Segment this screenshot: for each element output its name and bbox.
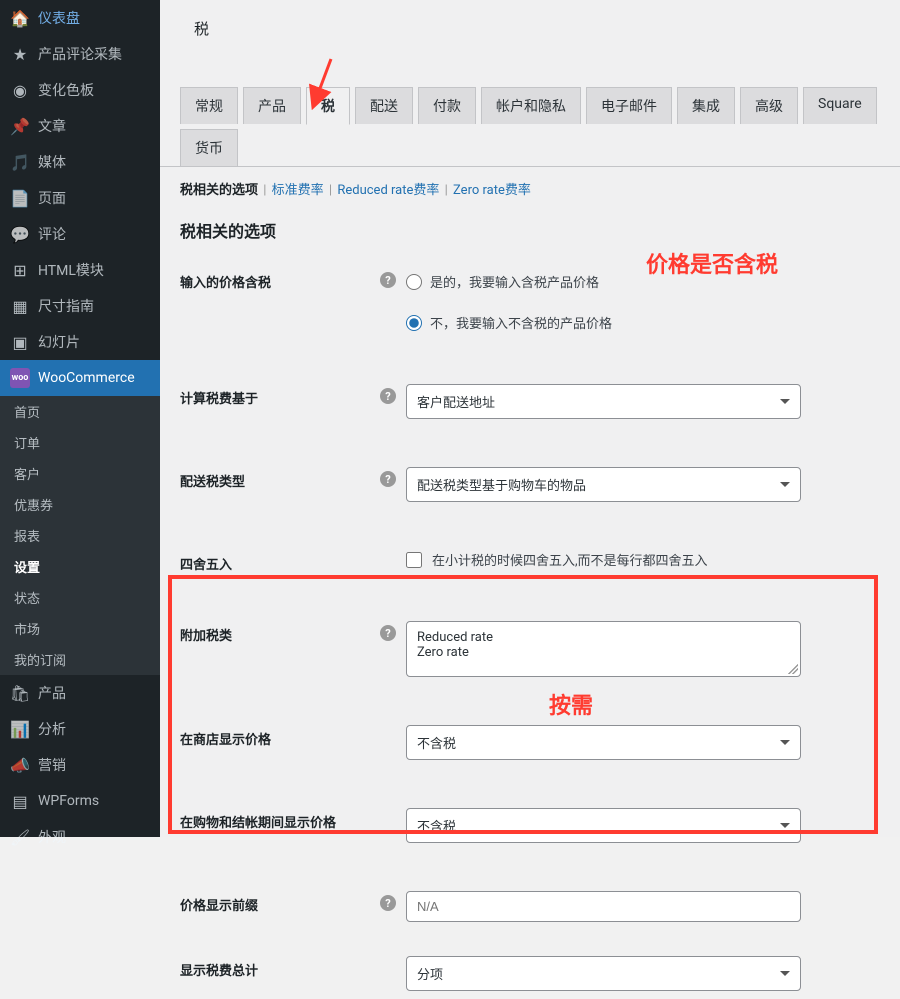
sidebar-item-slides[interactable]: ▣幻灯片 <box>0 324 160 360</box>
sidebar-item-analytics[interactable]: 📊分析 <box>0 711 160 747</box>
product-icon: 🛍 <box>10 683 30 703</box>
help-icon[interactable]: ? <box>380 388 396 404</box>
woo-icon: woo <box>10 368 30 388</box>
row-shop-display: 在商店显示价格 不含税 <box>160 717 900 768</box>
dashboard-icon: 🏠 <box>10 8 30 28</box>
row-tax-totals: 显示税费总计 分项 <box>160 948 900 999</box>
row-shipping-tax: 配送税类型 ? 配送税类型基于购物车的物品 <box>160 459 900 510</box>
sidebar-sub-orders[interactable]: 订单 <box>0 427 160 458</box>
section-title: 税相关的选项 <box>160 206 900 260</box>
sidebar-item-pages[interactable]: 📄页面 <box>0 180 160 216</box>
sidebar-item-html[interactable]: ⊞HTML模块 <box>0 252 160 288</box>
tab-general[interactable]: 常规 <box>180 87 238 124</box>
sidebar-item-appearance[interactable]: 🖌外观 <box>0 819 160 855</box>
grid-icon: ▦ <box>10 296 30 316</box>
subtab-reduced[interactable]: Reduced rate费率 <box>337 183 439 198</box>
label-calc-based: 计算税费基于 <box>180 384 380 407</box>
tab-emails[interactable]: 电子邮件 <box>586 87 672 124</box>
subtab-standard[interactable]: 标准费率 <box>272 183 324 198</box>
slides-icon: ▣ <box>10 332 30 352</box>
swatch-icon: ◉ <box>10 80 30 100</box>
help-icon[interactable]: ? <box>380 272 396 288</box>
tab-accounts[interactable]: 帐户和隐私 <box>481 87 581 124</box>
sidebar-sub-market[interactable]: 市场 <box>0 613 160 644</box>
page-title: 税 <box>160 0 900 87</box>
row-rounding: 四舍五入 在小计税的时候四舍五入,而不是每行都四舍五入 <box>160 542 900 581</box>
tab-currency[interactable]: 货币 <box>180 129 238 166</box>
select-shipping-tax[interactable]: 配送税类型基于购物车的物品 <box>406 467 801 502</box>
star-icon: ★ <box>10 44 30 64</box>
select-cart-display[interactable]: 不含税 <box>406 808 801 843</box>
row-cart-display: 在购物和结帐期间显示价格 不含税 <box>160 800 900 851</box>
select-tax-totals[interactable]: 分项 <box>406 956 801 991</box>
sidebar-item-sizeguide[interactable]: ▦尺寸指南 <box>0 288 160 324</box>
sidebar-sub-settings[interactable]: 设置 <box>0 551 160 582</box>
row-calc-based: 计算税费基于 ? 客户配送地址 <box>160 376 900 427</box>
subtab-current: 税相关的选项 <box>180 183 258 198</box>
sidebar-sub-coupons[interactable]: 优惠券 <box>0 489 160 520</box>
radio-yes[interactable]: 是的，我要输入含税产品价格 <box>406 268 880 309</box>
content-area: 税 常规 产品 税 配送 付款 帐户和隐私 电子邮件 集成 高级 Square … <box>160 0 900 837</box>
label-rounding: 四舍五入 <box>180 550 380 573</box>
sidebar-sub-customers[interactable]: 客户 <box>0 458 160 489</box>
media-icon: 🎵 <box>10 152 30 172</box>
sidebar-sub-status[interactable]: 状态 <box>0 582 160 613</box>
sidebar-item-marketing[interactable]: 📣营销 <box>0 747 160 783</box>
row-additional-tax: 附加税类 ? Reduced rate Zero rate <box>160 613 900 685</box>
row-prices-include-tax: 输入的价格含税 ? 是的，我要输入含税产品价格 不，我要输入不含税的产品价格 <box>160 260 900 344</box>
admin-sidebar: 🏠仪表盘 ★产品评论采集 ◉变化色板 📌文章 🎵媒体 📄页面 💬评论 ⊞HTML… <box>0 0 160 837</box>
subtab-zero[interactable]: Zero rate费率 <box>453 183 531 198</box>
tab-shipping[interactable]: 配送 <box>355 87 413 124</box>
label-shipping-tax: 配送税类型 <box>180 467 380 490</box>
forms-icon: ▤ <box>10 791 30 811</box>
radio-no[interactable]: 不，我要输入不含税的产品价格 <box>406 309 880 336</box>
input-price-suffix[interactable] <box>406 891 801 922</box>
select-calc-based[interactable]: 客户配送地址 <box>406 384 801 419</box>
label-tax-totals: 显示税费总计 <box>180 956 380 979</box>
tab-payments[interactable]: 付款 <box>418 87 476 124</box>
sidebar-item-dashboard[interactable]: 🏠仪表盘 <box>0 0 160 36</box>
chart-icon: 📊 <box>10 719 30 739</box>
settings-tabs: 常规 产品 税 配送 付款 帐户和隐私 电子邮件 集成 高级 Square 货币 <box>160 87 900 166</box>
sidebar-item-swatches[interactable]: ◉变化色板 <box>0 72 160 108</box>
comment-icon: 💬 <box>10 224 30 244</box>
pin-icon: 📌 <box>10 116 30 136</box>
sidebar-item-reviews[interactable]: ★产品评论采集 <box>0 36 160 72</box>
sidebar-sub-home[interactable]: 首页 <box>0 396 160 427</box>
help-icon[interactable]: ? <box>380 625 396 641</box>
sub-tabs: 税相关的选项 | 标准费率 | Reduced rate费率 | Zero ra… <box>160 166 900 206</box>
checkbox-rounding[interactable]: 在小计税的时候四舍五入,而不是每行都四舍五入 <box>406 550 880 569</box>
megaphone-icon: 📣 <box>10 755 30 775</box>
sidebar-item-woocommerce[interactable]: wooWooCommerce <box>0 360 160 396</box>
label-cart-display: 在购物和结帐期间显示价格 <box>180 808 380 831</box>
sidebar-sub-reports[interactable]: 报表 <box>0 520 160 551</box>
sidebar-item-wpforms[interactable]: ▤WPForms <box>0 783 160 819</box>
sidebar-item-media[interactable]: 🎵媒体 <box>0 144 160 180</box>
select-shop-display[interactable]: 不含税 <box>406 725 801 760</box>
sidebar-item-products[interactable]: 🛍产品 <box>0 675 160 711</box>
help-icon[interactable]: ? <box>380 471 396 487</box>
label-additional: 附加税类 <box>180 621 380 644</box>
page-icon: 📄 <box>10 188 30 208</box>
textarea-additional[interactable]: Reduced rate Zero rate <box>406 621 801 677</box>
label-prices-include-tax: 输入的价格含税 <box>180 268 380 291</box>
sidebar-sub-mysubs[interactable]: 我的订阅 <box>0 644 160 675</box>
label-price-suffix: 价格显示前缀 <box>180 891 380 914</box>
row-price-suffix: 价格显示前缀 ? <box>160 883 900 930</box>
tab-advanced[interactable]: 高级 <box>740 87 798 124</box>
tab-tax[interactable]: 税 <box>306 87 350 125</box>
sidebar-item-posts[interactable]: 📌文章 <box>0 108 160 144</box>
brush-icon: 🖌 <box>10 827 30 847</box>
tab-integration[interactable]: 集成 <box>677 87 735 124</box>
tab-products[interactable]: 产品 <box>243 87 301 124</box>
tab-square[interactable]: Square <box>803 87 877 124</box>
sidebar-item-comments[interactable]: 💬评论 <box>0 216 160 252</box>
html-icon: ⊞ <box>10 260 30 280</box>
help-icon[interactable]: ? <box>380 895 396 911</box>
label-shop-display: 在商店显示价格 <box>180 725 380 748</box>
